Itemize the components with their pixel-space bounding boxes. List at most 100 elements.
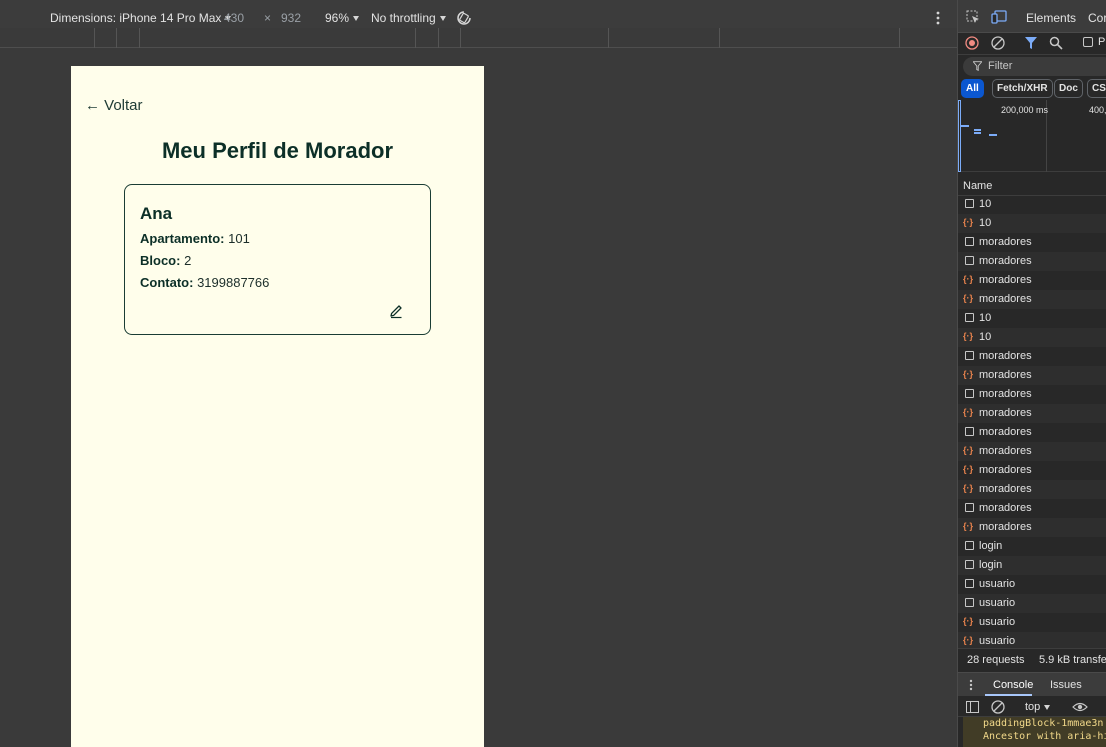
network-status-bar: 28 requests 5.9 kB transfer (958, 648, 1106, 670)
apartment-value: 101 (228, 231, 250, 246)
block-value: 2 (184, 253, 192, 268)
chevron-down-icon (439, 16, 446, 22)
request-row[interactable]: 10 (958, 195, 1106, 214)
request-row[interactable]: {·} usuario (958, 613, 1106, 632)
media-query-ruler (0, 28, 957, 48)
document-icon (965, 598, 974, 607)
drawer-menu-icon[interactable] (969, 679, 973, 691)
contact-row: Contato: 3199887766 (140, 275, 269, 290)
tab-elements[interactable]: Elements (1026, 11, 1076, 25)
console-toolbar: top (958, 697, 1106, 717)
request-row[interactable]: moradores (958, 252, 1106, 271)
request-row[interactable]: moradores (958, 385, 1106, 404)
fetch-json-icon: {·} (963, 464, 974, 474)
request-name: moradores (979, 407, 1032, 419)
chip-doc[interactable]: Doc (1054, 79, 1083, 98)
record-stop-icon[interactable] (965, 36, 979, 50)
height-input[interactable]: 932 (281, 11, 301, 25)
request-row[interactable]: {·} moradores (958, 404, 1106, 423)
request-count: 28 requests (967, 654, 1025, 666)
filter-icon[interactable] (1025, 36, 1037, 50)
request-name: 10 (979, 198, 992, 210)
request-name: usuario (979, 635, 1016, 647)
request-row[interactable]: {·} moradores (958, 480, 1106, 499)
document-icon (965, 427, 974, 436)
request-name: moradores (979, 502, 1032, 514)
chip-all[interactable]: All (961, 79, 984, 98)
request-name: 10 (979, 331, 992, 343)
request-row[interactable]: {·} moradores (958, 518, 1106, 537)
search-icon[interactable] (1049, 36, 1063, 50)
filter-icon (973, 61, 982, 71)
request-name: login (979, 540, 1003, 552)
request-row[interactable]: {·} moradores (958, 290, 1106, 309)
request-name: moradores (979, 521, 1032, 533)
fetch-json-icon: {·} (963, 369, 974, 379)
network-overview-timeline[interactable]: 200,000 ms 400,0 (958, 100, 1106, 172)
drawer-tabbar: Console Issues (958, 672, 1106, 696)
request-row[interactable]: 10 (958, 309, 1106, 328)
chip-fetch-xhr[interactable]: Fetch/XHR (992, 79, 1053, 98)
chevron-down-icon (353, 16, 360, 22)
drawer-tab-issues[interactable]: Issues (1050, 679, 1082, 691)
request-row[interactable]: {·} moradores (958, 461, 1106, 480)
inspect-element-icon[interactable] (966, 10, 980, 24)
timeline-bar (989, 134, 997, 136)
fetch-json-icon: {·} (963, 293, 974, 303)
zoom-select[interactable]: 96% (325, 11, 360, 25)
request-name: moradores (979, 464, 1032, 476)
rotate-icon[interactable] (455, 9, 473, 27)
device-toolbar-icon[interactable] (991, 10, 1007, 24)
request-row[interactable]: login (958, 537, 1106, 556)
fetch-json-icon: {·} (963, 521, 974, 531)
chip-css[interactable]: CSS (1087, 79, 1106, 98)
device-select-label: Dimensions: iPhone 14 Pro Max (50, 11, 222, 25)
ruler-tick (415, 28, 416, 48)
filter-input[interactable]: Filter (963, 57, 1106, 76)
document-icon (965, 541, 974, 550)
request-name: moradores (979, 388, 1032, 400)
request-name: moradores (979, 255, 1032, 267)
ruler-tick (438, 28, 439, 48)
more-options-icon[interactable] (932, 10, 944, 26)
block-label: Bloco: (140, 253, 181, 268)
request-row[interactable]: usuario (958, 594, 1106, 613)
sidebar-toggle-icon[interactable] (966, 701, 979, 713)
request-row[interactable]: usuario (958, 575, 1106, 594)
request-row[interactable]: moradores (958, 423, 1106, 442)
request-row[interactable]: moradores (958, 499, 1106, 518)
document-icon (965, 351, 974, 360)
fetch-json-icon: {·} (963, 483, 974, 493)
filter-placeholder: Filter (988, 60, 1013, 72)
request-row[interactable]: {·} moradores (958, 442, 1106, 461)
name-column-header[interactable]: Name (958, 176, 1106, 196)
throttling-select[interactable]: No throttling (371, 11, 446, 25)
request-row[interactable]: login (958, 556, 1106, 575)
width-input[interactable]: 430 (224, 11, 244, 25)
edit-pencil-icon[interactable] (388, 303, 404, 319)
request-row[interactable]: {·} moradores (958, 271, 1106, 290)
request-name: usuario (979, 578, 1016, 590)
clear-icon[interactable] (991, 36, 1005, 50)
tab-console[interactable]: Cor (1088, 11, 1106, 25)
request-row[interactable]: moradores (958, 233, 1106, 252)
context-label: top (1025, 701, 1041, 713)
device-select[interactable]: Dimensions: iPhone 14 Pro Max (50, 11, 232, 25)
timeline-bar (961, 125, 969, 127)
request-row[interactable]: {·} 10 (958, 328, 1106, 347)
preserve-log-label: Pr (1098, 36, 1106, 48)
timeline-selection[interactable] (958, 100, 961, 172)
throttling-label: No throttling (371, 11, 436, 25)
request-row[interactable]: moradores (958, 347, 1106, 366)
live-expression-eye-icon[interactable] (1072, 701, 1088, 713)
drawer-tab-console[interactable]: Console (993, 679, 1033, 691)
request-row[interactable]: {·} 10 (958, 214, 1106, 233)
clear-console-icon[interactable] (991, 700, 1005, 714)
request-row[interactable]: {·} moradores (958, 366, 1106, 385)
preserve-log-checkbox[interactable] (1083, 37, 1093, 47)
back-link[interactable]: ← Voltar (85, 97, 143, 114)
contact-value: 3199887766 (197, 275, 270, 290)
context-select[interactable]: top (1025, 701, 1051, 713)
document-icon (965, 199, 974, 208)
document-icon (965, 503, 974, 512)
